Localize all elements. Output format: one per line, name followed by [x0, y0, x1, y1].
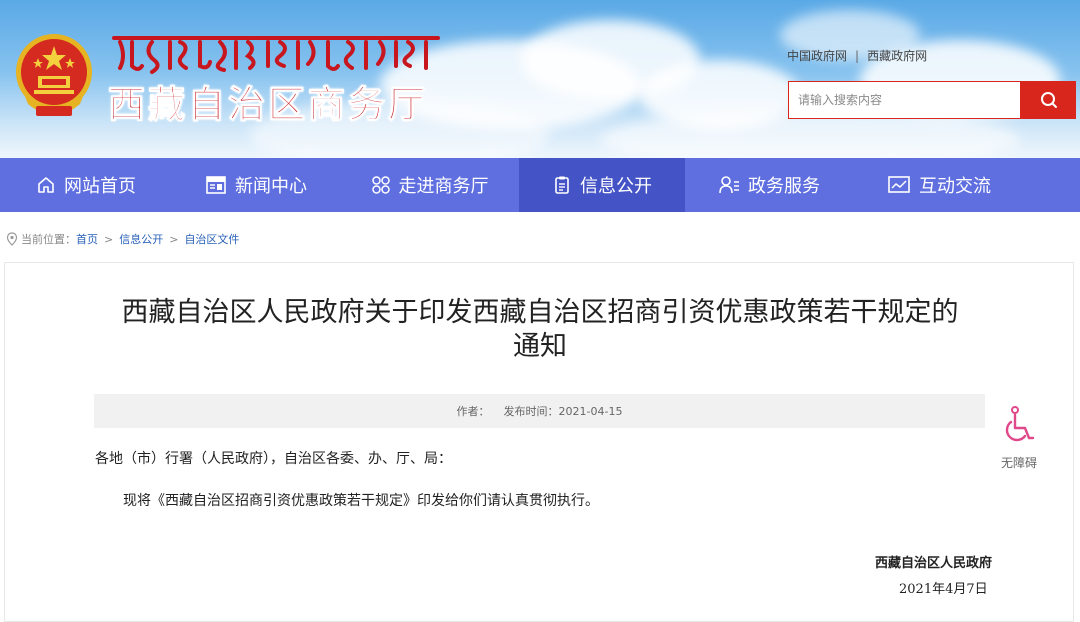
- breadcrumb-separator: >: [169, 232, 179, 246]
- link-tibet-gov[interactable]: 西藏政府网: [867, 49, 927, 63]
- national-emblem-logo: [16, 34, 92, 116]
- breadcrumb: 当前位置： 首页 > 信息公开 > 自治区文件: [6, 231, 239, 247]
- nav-item-news[interactable]: 新闻中心: [172, 158, 340, 212]
- accessibility-label: 无障碍: [1000, 456, 1037, 470]
- home-icon: [38, 177, 54, 193]
- accessibility-button[interactable]: 无障碍: [996, 406, 1042, 471]
- nav-item-services[interactable]: 政务服务: [685, 158, 853, 212]
- main-nav: 网站首页 新闻中心 走进商务厅 信息公开 政务服务 互动交流: [0, 158, 1080, 212]
- publish-date: 2021-04-15: [558, 404, 623, 418]
- nav-item-interaction[interactable]: 互动交流: [853, 158, 1025, 212]
- nav-item-label: 信息公开: [580, 176, 652, 197]
- location-pin-icon: [6, 232, 18, 246]
- nav-item-about[interactable]: 走进商务厅: [340, 158, 519, 212]
- article-sign-date: 2021年4月7日: [899, 582, 988, 597]
- link-china-gov[interactable]: 中国政府网: [787, 49, 847, 63]
- nav-item-label: 走进商务厅: [398, 176, 489, 197]
- breadcrumb-region-docs[interactable]: 自治区文件: [184, 231, 239, 247]
- nav-item-label: 政务服务: [748, 176, 820, 197]
- search-button[interactable]: [1021, 81, 1076, 119]
- article-signature: 西藏自治区人民政府: [875, 556, 993, 571]
- nav-item-label: 新闻中心: [235, 176, 307, 197]
- breadcrumb-info-public[interactable]: 信息公开: [119, 231, 163, 247]
- article-body: 现将《西藏自治区招商引资优惠政策若干规定》印发给你们请认真贯彻执行。: [123, 493, 599, 509]
- user-service-icon: [719, 176, 739, 194]
- clipboard-icon: [555, 176, 569, 194]
- site-title: 西藏自治区商务厅: [108, 83, 428, 127]
- breadcrumb-prefix: 当前位置：: [21, 233, 76, 246]
- article-salutation: 各地（市）行署（人民政府），自治区各委、办、厅、局：: [95, 451, 452, 467]
- search-input[interactable]: [789, 82, 1018, 118]
- publish-date-label: 发布时间：: [503, 405, 559, 418]
- header-banner: 西藏自治区商务厅 中国政府网 | 西藏政府网: [0, 0, 1080, 158]
- article-title: 西藏自治区人民政府关于印发西藏自治区招商引资优惠政策若干规定的通知: [121, 297, 959, 362]
- nav-item-label: 互动交流: [919, 176, 991, 197]
- article-meta: 作者： 发布时间： 2021-04-15: [94, 394, 985, 428]
- breadcrumb-home[interactable]: 首页: [76, 231, 98, 247]
- grid-icon: [371, 176, 390, 194]
- tibetan-title-logo: [112, 36, 440, 74]
- wheelchair-icon: [1005, 406, 1035, 442]
- breadcrumb-separator: >: [104, 232, 114, 246]
- search-box: [788, 81, 1021, 119]
- nav-item-label: 网站首页: [64, 176, 136, 197]
- link-separator: |: [855, 49, 860, 63]
- author-label: 作者：: [456, 405, 490, 418]
- news-icon: [206, 176, 226, 194]
- top-links: 中国政府网 | 西藏政府网: [787, 47, 927, 64]
- chart-screen-icon: [888, 176, 910, 193]
- nav-item-home[interactable]: 网站首页: [0, 158, 172, 212]
- search-icon: [1040, 92, 1057, 108]
- nav-item-info-public[interactable]: 信息公开: [519, 158, 685, 212]
